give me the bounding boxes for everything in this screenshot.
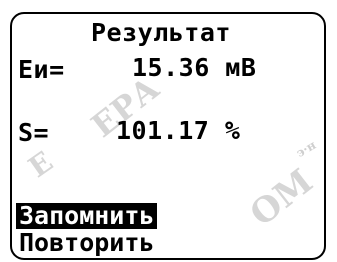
s-value: 101.17 % bbox=[116, 116, 241, 145]
s-label: S= bbox=[18, 118, 50, 147]
menu-item-save[interactable]: Запомнить bbox=[16, 203, 158, 229]
device-screen: ЕРА ОМ э·н Е Результат Eи= 15.36 мВ S= 1… bbox=[0, 0, 337, 262]
screen-title: Результат bbox=[91, 18, 231, 47]
ei-label: Eи= bbox=[18, 55, 65, 84]
menu-item-repeat[interactable]: Повторить bbox=[16, 230, 157, 256]
ei-value: 15.36 мВ bbox=[132, 53, 257, 82]
